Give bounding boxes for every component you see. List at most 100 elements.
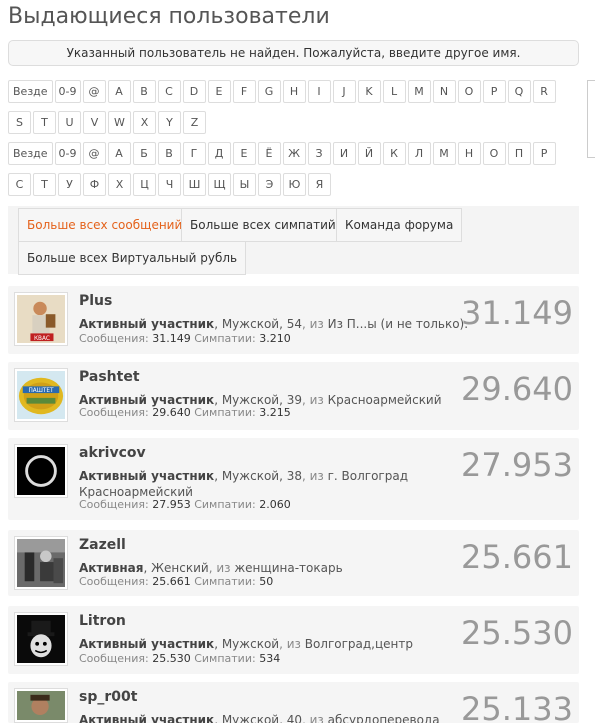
letter-link[interactable]: O bbox=[457, 80, 481, 103]
tab-staff[interactable]: Команда форума bbox=[336, 208, 463, 242]
member-name-link[interactable]: Pashtet bbox=[79, 369, 140, 385]
messages-count: 27.953 bbox=[152, 498, 191, 511]
member-name-link[interactable]: Zazell bbox=[79, 537, 126, 553]
avatar[interactable]: КВАС bbox=[14, 292, 68, 346]
letter-link-0-9[interactable]: 0-9 bbox=[54, 142, 81, 165]
messages-label: Сообщения: bbox=[79, 652, 149, 665]
letter-link[interactable]: K bbox=[357, 80, 381, 103]
member-name-link[interactable]: sp_r00t bbox=[79, 689, 137, 705]
member-title: Активный участник bbox=[79, 637, 215, 651]
letter-link[interactable]: N bbox=[432, 80, 456, 103]
letter-link-0-9[interactable]: 0-9 bbox=[54, 80, 81, 103]
letter-link[interactable]: З bbox=[307, 142, 331, 165]
letter-link[interactable]: В bbox=[157, 142, 181, 165]
letter-link-at[interactable]: @ bbox=[82, 80, 106, 103]
tab-most-likes[interactable]: Больше всех симпатий bbox=[181, 208, 345, 242]
letter-link[interactable]: Ю bbox=[283, 173, 306, 196]
letter-link[interactable]: Г bbox=[182, 142, 206, 165]
messages-count: 31.149 bbox=[152, 332, 191, 345]
letter-link[interactable]: F bbox=[232, 80, 256, 103]
side-panel-edge bbox=[587, 80, 595, 158]
letter-link[interactable]: Ч bbox=[158, 173, 181, 196]
letter-link-everywhere[interactable]: Везде bbox=[8, 80, 53, 103]
letter-link[interactable]: К bbox=[382, 142, 406, 165]
letter-link[interactable]: Щ bbox=[208, 173, 231, 196]
member-name-link[interactable]: Litron bbox=[79, 613, 126, 629]
letter-link[interactable]: P bbox=[482, 80, 506, 103]
from-label: , из bbox=[208, 561, 235, 575]
letter-link[interactable]: J bbox=[332, 80, 356, 103]
letter-link-everywhere[interactable]: Везде bbox=[8, 142, 53, 165]
avatar[interactable]: ПАШТЕТ bbox=[14, 368, 68, 422]
letter-link[interactable]: Ж bbox=[282, 142, 306, 165]
member-info: Активная, Женский, из женщина-токарь bbox=[79, 560, 469, 576]
letter-link[interactable]: Q bbox=[507, 80, 531, 103]
svg-text:ПАШТЕТ: ПАШТЕТ bbox=[28, 388, 54, 394]
from-label: , из bbox=[301, 469, 328, 483]
letter-link[interactable]: Т bbox=[33, 173, 56, 196]
letter-link[interactable]: W bbox=[108, 111, 131, 134]
letter-link[interactable]: С bbox=[8, 173, 31, 196]
letter-link[interactable]: Ф bbox=[83, 173, 106, 196]
letter-link[interactable]: Р bbox=[532, 142, 556, 165]
avatar[interactable] bbox=[14, 536, 68, 590]
member-info: Активный участник, Мужской, 38, из г. Во… bbox=[79, 468, 409, 500]
letter-link[interactable]: А bbox=[107, 142, 131, 165]
letter-link[interactable]: M bbox=[407, 80, 431, 103]
letter-link[interactable]: Ы bbox=[233, 173, 256, 196]
member-stats: Сообщения: 25.530 Симпатии: 534 bbox=[79, 652, 280, 665]
letter-link[interactable]: H bbox=[282, 80, 306, 103]
member-card: Zazell Активная, Женский, из женщина-ток… bbox=[8, 530, 579, 596]
member-details: Женский bbox=[151, 561, 209, 575]
letter-link[interactable]: Ц bbox=[133, 173, 156, 196]
latin-letter-row-1: Везде 0-9 @ A B C D E F G H I J K L M N … bbox=[8, 80, 588, 103]
member-details: Мужской, 38 bbox=[221, 469, 302, 483]
tab-most-messages[interactable]: Больше всех сообщений bbox=[18, 208, 192, 242]
letter-link[interactable]: D bbox=[182, 80, 206, 103]
member-location: абсурдоперевода bbox=[327, 713, 440, 723]
letter-link[interactable]: I bbox=[307, 80, 331, 103]
letter-link[interactable]: E bbox=[207, 80, 231, 103]
letter-link[interactable]: C bbox=[157, 80, 181, 103]
letter-link[interactable]: И bbox=[332, 142, 356, 165]
messages-label: Сообщения: bbox=[79, 575, 149, 588]
letter-link[interactable]: У bbox=[58, 173, 81, 196]
letter-link[interactable]: A bbox=[107, 80, 131, 103]
member-info: Активный участник, Мужской, 54, из Из П.… bbox=[79, 316, 469, 332]
letter-link[interactable]: Ш bbox=[183, 173, 206, 196]
letter-link[interactable]: Д bbox=[207, 142, 231, 165]
cyrillic-letter-row-2: С Т У Ф Х Ц Ч Ш Щ Ы Э Ю Я bbox=[8, 173, 588, 196]
letter-link[interactable]: Я bbox=[308, 173, 331, 196]
letter-link[interactable]: Б bbox=[132, 142, 156, 165]
letter-link[interactable]: G bbox=[257, 80, 281, 103]
member-card: ПАШТЕТ Pashtet Активный участник, Мужско… bbox=[8, 362, 579, 430]
letter-link[interactable]: Н bbox=[457, 142, 481, 165]
avatar[interactable] bbox=[14, 612, 68, 666]
letter-link[interactable]: Й bbox=[357, 142, 381, 165]
member-name-link[interactable]: Plus bbox=[79, 293, 112, 309]
letter-link[interactable]: B bbox=[132, 80, 156, 103]
member-name-link[interactable]: akrivcov bbox=[79, 445, 146, 461]
letter-link[interactable]: Ё bbox=[257, 142, 281, 165]
letter-link-at[interactable]: @ bbox=[82, 142, 106, 165]
letter-link[interactable]: Э bbox=[258, 173, 281, 196]
letter-link[interactable]: П bbox=[507, 142, 531, 165]
letter-link[interactable]: Е bbox=[232, 142, 256, 165]
letter-link[interactable]: T bbox=[33, 111, 56, 134]
member-stats: Сообщения: 29.640 Симпатии: 3.215 bbox=[79, 406, 291, 419]
letter-link[interactable]: Л bbox=[407, 142, 431, 165]
avatar[interactable] bbox=[14, 444, 68, 498]
letter-link[interactable]: Y bbox=[158, 111, 181, 134]
avatar[interactable] bbox=[14, 688, 68, 723]
letter-link[interactable]: R bbox=[532, 80, 556, 103]
letter-link[interactable]: О bbox=[482, 142, 506, 165]
letter-link[interactable]: U bbox=[58, 111, 81, 134]
letter-link[interactable]: L bbox=[382, 80, 406, 103]
letter-link[interactable]: X bbox=[133, 111, 156, 134]
letter-link[interactable]: Х bbox=[108, 173, 131, 196]
letter-link[interactable]: Z bbox=[183, 111, 206, 134]
letter-link[interactable]: S bbox=[8, 111, 31, 134]
letter-link[interactable]: М bbox=[432, 142, 456, 165]
tab-most-virtual-ruble[interactable]: Больше всех Виртуальный рубль bbox=[18, 241, 247, 275]
letter-link[interactable]: V bbox=[83, 111, 106, 134]
